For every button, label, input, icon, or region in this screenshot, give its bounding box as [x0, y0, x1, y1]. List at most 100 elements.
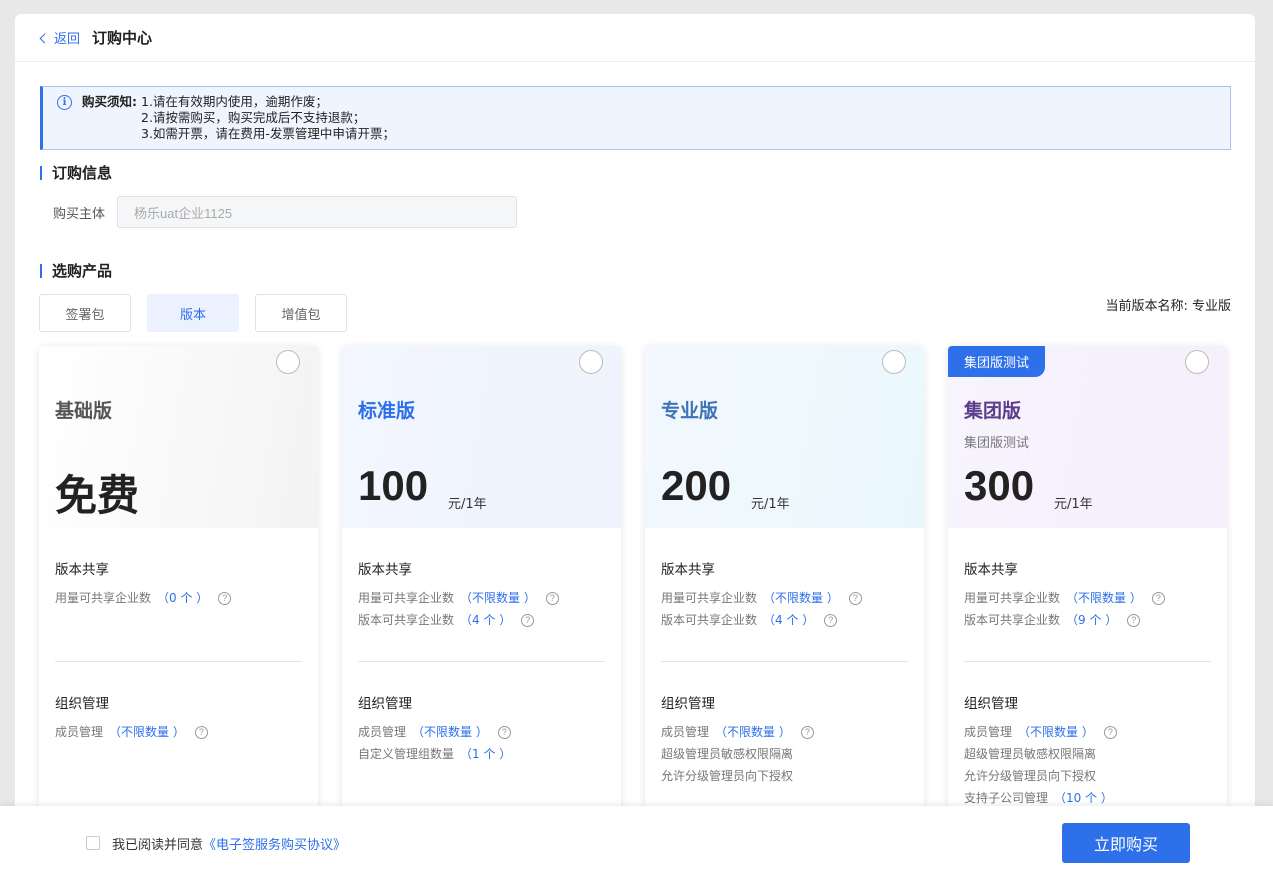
plan-radio[interactable]	[1185, 350, 1209, 374]
feature-item: 允许分级管理员向下授权	[661, 765, 908, 787]
feature-group-title: 版本共享	[358, 562, 412, 578]
plan-card-header: 基础版 免费	[39, 346, 318, 528]
feature-label: 用量可共享企业数	[358, 591, 455, 605]
page-header: 返回 订购中心	[15, 14, 1255, 62]
info-icon: i	[57, 95, 72, 110]
feature-item: 用量可共享企业数 （不限数量 ）?	[358, 587, 605, 609]
feature-label: 允许分级管理员向下授权	[661, 769, 794, 783]
feature-label: 超级管理员敏感权限隔离	[661, 747, 794, 761]
feature-item: 用量可共享企业数 （0 个 ）?	[55, 587, 302, 609]
plan-card[interactable]: 标准版 100 元/1年版本共享用量可共享企业数 （不限数量 ）? 版本可共享企业数 （4…	[342, 346, 621, 816]
feature-item: 版本可共享企业数 （4 个 ）?	[358, 609, 605, 631]
feature-label: 用量可共享企业数	[964, 591, 1061, 605]
feature-label: 版本可共享企业数	[661, 613, 758, 627]
help-icon[interactable]: ?	[824, 613, 838, 627]
feature-group-title: 组织管理	[358, 696, 412, 712]
feature-label: 用量可共享企业数	[55, 591, 152, 605]
tab-version[interactable]: 版本	[147, 294, 239, 332]
feature-group: 组织管理 成员管理 （不限数量 ）? 自定义管理组数量 （1 个 ）	[358, 692, 605, 816]
tab-addon-package[interactable]: 增值包	[255, 294, 347, 332]
help-icon[interactable]: ?	[218, 591, 232, 605]
feature-label: 版本可共享企业数	[964, 613, 1061, 627]
feature-item: 用量可共享企业数 （不限数量 ）?	[661, 587, 908, 609]
plan-card[interactable]: 专业版 200 元/1年版本共享用量可共享企业数 （不限数量 ）? 版本可共享企业数 （4…	[645, 346, 924, 816]
feature-value: （不限数量 ）	[763, 591, 839, 605]
help-icon[interactable]: ?	[497, 725, 511, 739]
agreement-link[interactable]: 《电子签服务购买协议》	[203, 838, 346, 853]
feature-item: 成员管理 （不限数量 ）?	[661, 721, 908, 743]
feature-label: 成员管理	[964, 725, 1013, 739]
tab-sign-package[interactable]: 签署包	[39, 294, 131, 332]
notice-lines: 1.请在有效期内使用，逾期作废； 2.请按需购买，购买完成后不支持退款； 3.如…	[141, 94, 395, 149]
notice-label: 购买须知:	[82, 94, 137, 109]
plan-price-unit: 元/1年	[1054, 497, 1093, 512]
feature-group-title: 组织管理	[964, 696, 1018, 712]
notice-line: 1.请在有效期内使用，逾期作废；	[141, 94, 328, 109]
feature-value: （不限数量 ）	[109, 725, 185, 739]
order-info-title: 订购信息	[40, 166, 112, 181]
feature-item: 用量可共享企业数 （不限数量 ）?	[964, 587, 1211, 609]
help-icon[interactable]: ?	[194, 725, 208, 739]
back-label: 返回	[54, 32, 81, 47]
feature-group: 版本共享用量可共享企业数 （不限数量 ）? 版本可共享企业数 （4 个 ）?	[358, 558, 605, 662]
feature-group: 组织管理 成员管理 （不限数量 ）?	[55, 692, 302, 816]
feature-item: 自定义管理组数量 （1 个 ）	[358, 743, 605, 765]
feature-group-title: 版本共享	[661, 562, 715, 578]
feature-item: 超级管理员敏感权限隔离	[964, 743, 1211, 765]
agree-label: 我已阅读并同意	[112, 838, 204, 853]
plan-card[interactable]: 集团版测试 集团版 集团版测试 300 元/1年版本共享用量可共享企业数 （不限数量 ）?…	[948, 346, 1227, 816]
buyer-row: 购买主体 杨乐uat企业1125	[53, 196, 518, 228]
order-center-page: 返回 订购中心 i 购买须知: 1.请在有效期内使用，逾期作废； 2.请按需购买…	[15, 14, 1255, 877]
back-button[interactable]: 返回	[39, 28, 81, 47]
feature-group-title: 组织管理	[661, 696, 715, 712]
buyer-label: 购买主体	[53, 206, 106, 222]
product-tabs: 签署包 版本 增值包	[39, 294, 347, 332]
feature-label: 自定义管理组数量	[358, 747, 455, 761]
feature-value: （不限数量 ）	[1066, 591, 1142, 605]
notice-line: 3.如需开票，请在费用-发票管理中申请开票；	[141, 126, 395, 141]
plan-card[interactable]: 基础版 免费 版本共享 用量可共享企业数 （0 个 ）? 组织管理 成员管理 （不限数量 ）?…	[39, 346, 318, 816]
plan-radio[interactable]	[882, 350, 906, 374]
plan-radio[interactable]	[276, 350, 300, 374]
plan-card-header: 标准版 100 元/1年	[342, 346, 621, 528]
help-icon[interactable]: ?	[521, 613, 535, 627]
feature-item: 成员管理 （不限数量 ）?	[964, 721, 1211, 743]
feature-group: 版本共享用量可共享企业数 （不限数量 ）? 版本可共享企业数 （4 个 ）?	[661, 558, 908, 662]
plan-card-header: 专业版 200 元/1年	[645, 346, 924, 528]
plan-features: 版本共享用量可共享企业数 （不限数量 ）? 版本可共享企业数 （9 个 ）? 组织管理成…	[948, 558, 1227, 816]
chevron-left-icon	[39, 33, 50, 43]
plan-card-header: 集团版测试 集团版 集团版测试 300 元/1年	[948, 346, 1227, 528]
help-icon[interactable]: ?	[848, 591, 862, 605]
plan-features: 版本共享 用量可共享企业数 （不限数量 ）? 版本可共享企业数 （4 个 ）? 组织管理成…	[342, 558, 621, 816]
feature-value: （不限数量 ）	[1018, 725, 1094, 739]
feature-value: （0 个 ）	[157, 591, 209, 605]
help-icon[interactable]: ?	[1103, 725, 1117, 739]
feature-group: 版本共享用量可共享企业数 （不限数量 ）? 版本可共享企业数 （9 个 ）?	[964, 558, 1211, 662]
feature-label: 用量可共享企业数	[661, 591, 758, 605]
plan-price-unit: 元/1年	[448, 497, 487, 512]
plan-radio[interactable]	[579, 350, 603, 374]
help-icon[interactable]: ?	[1127, 613, 1141, 627]
feature-label: 成员管理	[661, 725, 710, 739]
feature-value: （9 个 ）	[1066, 613, 1118, 627]
feature-label: 允许分级管理员向下授权	[964, 769, 1097, 783]
feature-label: 版本可共享企业数	[358, 613, 455, 627]
plan-price-unit: 元/1年	[751, 497, 790, 512]
notice-line: 2.请按需购买，购买完成后不支持退款；	[141, 110, 366, 125]
buyer-input[interactable]: 杨乐uat企业1125	[117, 196, 518, 228]
feature-group-title: 版本共享	[964, 562, 1018, 578]
feature-value: （4 个 ）	[763, 613, 815, 627]
feature-group: 组织管理 成员管理 （不限数量 ）? 超级管理员敏感权限隔离 允许分级管理员向下授权 支持…	[964, 692, 1211, 816]
help-icon[interactable]: ?	[800, 725, 814, 739]
help-icon[interactable]: ?	[545, 591, 559, 605]
feature-item: 版本可共享企业数 （9 个 ）?	[964, 609, 1211, 631]
current-version-name: 当前版本名称: 专业版	[1105, 299, 1231, 314]
plan-name: 标准版	[358, 400, 416, 422]
feature-group: 版本共享 用量可共享企业数 （0 个 ）?	[55, 558, 302, 662]
agree-checkbox[interactable]	[86, 836, 100, 850]
help-icon[interactable]: ?	[1151, 591, 1165, 605]
feature-item: 超级管理员敏感权限隔离	[661, 743, 908, 765]
plan-features: 版本共享用量可共享企业数 （不限数量 ）? 版本可共享企业数 （4 个 ）? 组织管理成…	[645, 558, 924, 816]
buy-now-button[interactable]: 立即购买	[1062, 823, 1190, 863]
feature-item: 版本可共享企业数 （4 个 ）?	[661, 609, 908, 631]
